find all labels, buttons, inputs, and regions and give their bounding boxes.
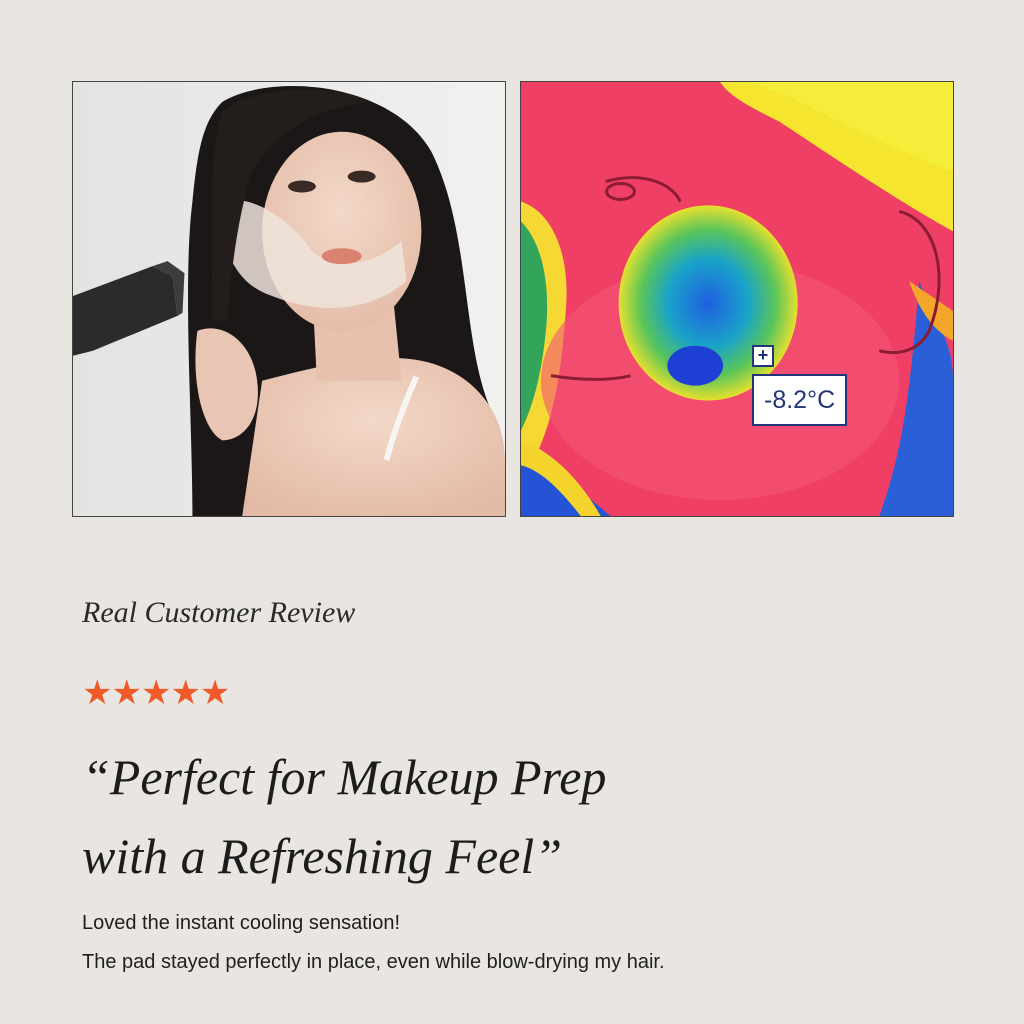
thermal-camera-image: + -8.2°C xyxy=(520,81,954,517)
review-body: Loved the instant cooling sensation! The… xyxy=(82,904,982,982)
temperature-reading: -8.2°C xyxy=(752,374,848,426)
quote-line-2: with a Refreshing Feel” xyxy=(82,828,563,884)
star-rating: ★★★★★ xyxy=(82,674,230,712)
photo-illustration xyxy=(73,82,505,516)
star-icons: ★★★★★ xyxy=(82,674,230,712)
review-body-line-1: Loved the instant cooling sensation! xyxy=(82,912,400,934)
thermal-illustration xyxy=(521,82,953,516)
woman-with-cooling-pad-photo xyxy=(72,81,506,517)
review-body-line-2: The pad stayed perfectly in place, even … xyxy=(82,951,665,973)
review-quote: “Perfect for Makeup Prep with a Refreshi… xyxy=(82,738,982,896)
review-heading: Real Customer Review xyxy=(82,596,356,629)
quote-line-1: “Perfect for Makeup Prep xyxy=(82,749,607,805)
temperature-marker-icon: + xyxy=(752,345,774,367)
